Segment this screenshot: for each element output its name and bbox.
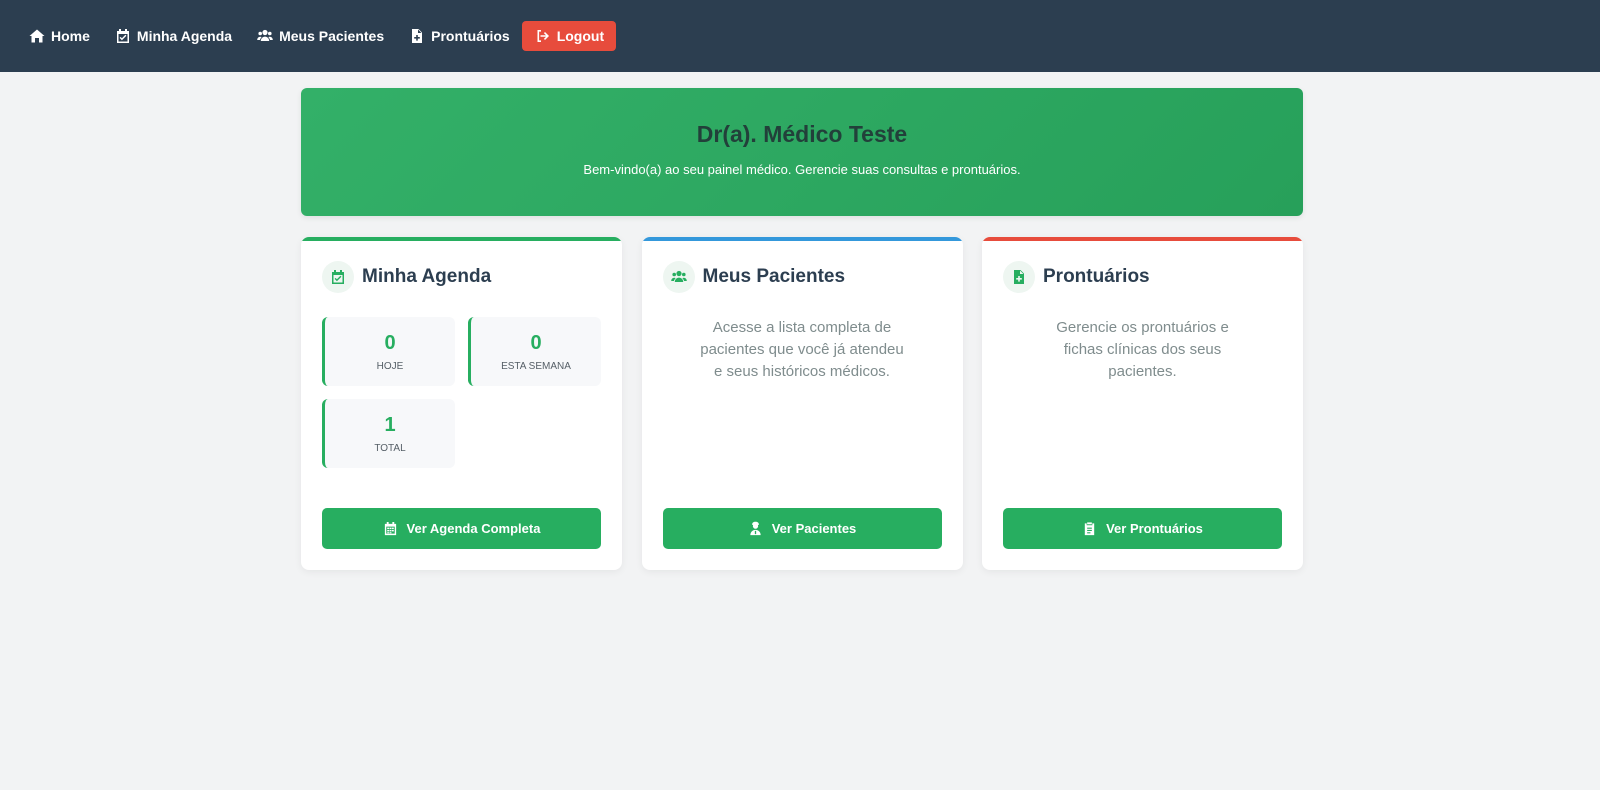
nav-minha-agenda[interactable]: Minha Agenda xyxy=(114,21,232,51)
ver-pacientes-button[interactable]: Ver Pacientes xyxy=(662,508,942,549)
ver-agenda-completa-label: Ver Agenda Completa xyxy=(406,521,541,536)
welcome-banner: Dr(a). Médico Teste Bem-vindo(a) ao seu … xyxy=(301,88,1303,216)
pacientes-card: Meus Pacientes Acesse a lista completa d… xyxy=(641,237,963,570)
stat-hoje: 0 HOJE xyxy=(322,317,455,386)
stat-esta-semana: 0 ESTA SEMANA xyxy=(468,317,601,386)
prontuarios-card: Prontuários Gerencie os prontuários e fi… xyxy=(982,237,1303,570)
logout-button[interactable]: Logout xyxy=(521,21,617,51)
prontuarios-card-title: Prontuários xyxy=(1043,266,1150,287)
stat-esta-semana-value: 0 xyxy=(530,331,542,354)
sign-out-icon xyxy=(534,27,552,45)
file-medical-icon xyxy=(1003,261,1035,293)
users-icon xyxy=(662,261,695,293)
calendar-check-icon xyxy=(322,261,354,293)
stat-total-label: TOTAL xyxy=(374,442,406,454)
nav-home[interactable]: Home xyxy=(28,21,90,51)
top-navbar: Home Minha Agenda Meus Pacientes Prontuá… xyxy=(0,0,1600,72)
stat-total-value: 1 xyxy=(384,413,396,436)
nav-prontuarios-label: Prontuários xyxy=(431,28,510,44)
home-icon xyxy=(28,27,46,45)
user-doctor-icon xyxy=(748,521,764,537)
ver-prontuarios-label: Ver Prontuários xyxy=(1106,521,1203,536)
logout-label: Logout xyxy=(556,28,605,44)
agenda-card: Minha Agenda 0 HOJE 0 ESTA SEMANA 1 TOTA… xyxy=(301,237,622,570)
users-icon xyxy=(256,27,274,45)
doctor-name-title: Dr(a). Médico Teste xyxy=(696,121,908,147)
nav-meus-pacientes[interactable]: Meus Pacientes xyxy=(256,21,384,51)
nav-home-label: Home xyxy=(51,28,90,44)
ver-pacientes-label: Ver Pacientes xyxy=(771,521,857,536)
stat-total: 1 TOTAL xyxy=(322,399,455,468)
clipboard-icon xyxy=(1082,521,1098,537)
prontuarios-card-accent-border xyxy=(982,237,1303,241)
calendar-check-icon xyxy=(114,27,132,45)
nav-minha-agenda-label: Minha Agenda xyxy=(136,28,233,44)
nav-meus-pacientes-label: Meus Pacientes xyxy=(279,28,385,44)
pacientes-card-header: Meus Pacientes xyxy=(662,259,942,295)
pacientes-card-description: Acesse a lista completa de pacientes que… xyxy=(700,319,904,380)
agenda-card-header: Minha Agenda xyxy=(322,259,601,295)
stat-hoje-label: HOJE xyxy=(376,360,404,372)
pacientes-card-title: Meus Pacientes xyxy=(702,266,846,287)
ver-agenda-completa-button[interactable]: Ver Agenda Completa xyxy=(322,508,601,549)
prontuarios-card-description: Gerencie os prontuários e fichas clínica… xyxy=(1056,319,1229,380)
nav-prontuarios[interactable]: Prontuários xyxy=(408,21,510,51)
file-medical-icon xyxy=(408,27,426,45)
pacientes-card-accent-border xyxy=(641,237,963,241)
calendar-icon xyxy=(383,521,399,537)
prontuarios-card-header: Prontuários xyxy=(1003,259,1282,295)
agenda-card-title: Minha Agenda xyxy=(362,266,492,287)
main-container: Dr(a). Médico Teste Bem-vindo(a) ao seu … xyxy=(301,88,1303,570)
agenda-stats: 0 HOJE 0 ESTA SEMANA 1 TOTAL xyxy=(322,317,601,468)
ver-prontuarios-button[interactable]: Ver Prontuários xyxy=(1003,508,1282,549)
welcome-subtitle: Bem-vindo(a) ao seu painel médico. Geren… xyxy=(583,162,1021,177)
stat-esta-semana-label: ESTA SEMANA xyxy=(501,360,571,372)
stat-hoje-value: 0 xyxy=(384,331,396,354)
dashboard-cards: Minha Agenda 0 HOJE 0 ESTA SEMANA 1 TOTA… xyxy=(301,237,1303,570)
agenda-card-accent-border xyxy=(301,237,622,241)
